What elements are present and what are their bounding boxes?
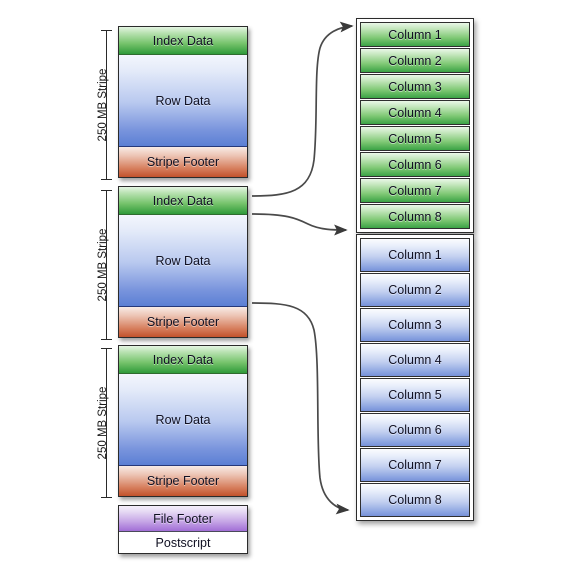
segment-label: Row Data [155,93,211,108]
column-label: Column 6 [388,157,442,172]
bracket-tick-bottom [101,339,112,340]
stripe-2-row-data[interactable]: Row Data [119,215,247,307]
arrow-row-data-to-data-columns [251,213,348,236]
segment-label: Index Data [152,33,214,48]
stripe-bracket-3: 250 MB Stripe [93,348,113,498]
column-label: Column 6 [388,423,442,437]
stripe-2-index-data[interactable]: Index Data [119,187,247,215]
column-label: Column 1 [388,27,442,42]
data-column-6[interactable]: Column 6 [360,413,470,447]
stripe-3[interactable]: Index Data Row Data Stripe Footer [118,345,248,497]
stripe-3-row-data[interactable]: Row Data [119,374,247,466]
column-label: Column 5 [388,388,442,402]
column-label: Column 8 [388,209,442,224]
arrow-stripe-footer-to-data-columns [251,302,350,515]
column-label: Column 7 [388,458,442,472]
connector-arrows [251,21,354,515]
arrow-index-data-to-index-columns [251,21,354,197]
column-label: Column 2 [388,53,442,68]
data-column-3[interactable]: Column 3 [360,308,470,342]
segment-label: Index Data [152,352,214,367]
index-column-6[interactable]: Column 6 [360,152,470,177]
stripe-3-stripe-footer[interactable]: Stripe Footer [119,466,247,496]
data-column-1[interactable]: Column 1 [360,238,470,272]
segment-label: Index Data [152,193,214,208]
index-column-5[interactable]: Column 5 [360,126,470,151]
stripe-2[interactable]: Index Data Row Data Stripe Footer [118,186,248,338]
stripe-1-index-data[interactable]: Index Data [119,27,247,55]
column-label: Column 3 [388,318,442,332]
column-label: Column 1 [388,248,442,262]
column-label: Column 5 [388,131,442,146]
column-label: Column 4 [388,353,442,367]
stripe-1[interactable]: Index Data Row Data Stripe Footer [118,26,248,178]
orc-file-structure-diagram: 250 MB Stripe 250 MB Stripe 250 MB Strip… [0,0,580,567]
column-label: Column 8 [388,493,442,507]
segment-label: Stripe Footer [146,155,220,169]
file-tail[interactable]: File Footer Postscript [118,505,248,554]
stripe-1-row-data[interactable]: Row Data [119,55,247,147]
column-label: Column 7 [388,183,442,198]
data-column-8[interactable]: Column 8 [360,483,470,517]
segment-label: Postscript [155,535,211,550]
segment-label: Stripe Footer [146,315,220,329]
index-column-7[interactable]: Column 7 [360,178,470,203]
index-column-3[interactable]: Column 3 [360,74,470,99]
stripe-bracket-1: 250 MB Stripe [93,30,113,180]
bracket-label: 250 MB Stripe [97,386,109,460]
index-column-2[interactable]: Column 2 [360,48,470,73]
segment-label: Stripe Footer [146,474,220,488]
index-column-1[interactable]: Column 1 [360,22,470,47]
postscript[interactable]: Postscript [119,532,247,553]
column-label: Column 4 [388,105,442,120]
stripe-2-stripe-footer[interactable]: Stripe Footer [119,307,247,337]
data-column-5[interactable]: Column 5 [360,378,470,412]
stripe-1-stripe-footer[interactable]: Stripe Footer [119,147,247,177]
segment-label: File Footer [153,511,213,526]
data-column-7[interactable]: Column 7 [360,448,470,482]
stripe-3-index-data[interactable]: Index Data [119,346,247,374]
bracket-tick-bottom [101,179,112,180]
bracket-tick-bottom [101,497,112,498]
data-column-2[interactable]: Column 2 [360,273,470,307]
data-columns-block[interactable]: Column 1 Column 2 Column 3 Column 4 Colu… [356,234,474,521]
bracket-label: 250 MB Stripe [97,228,109,302]
segment-label: Row Data [155,412,211,427]
data-column-4[interactable]: Column 4 [360,343,470,377]
column-label: Column 3 [388,79,442,94]
column-label: Column 2 [388,283,442,297]
segment-label: Row Data [155,253,211,268]
file-footer[interactable]: File Footer [119,506,247,532]
index-column-4[interactable]: Column 4 [360,100,470,125]
index-column-8[interactable]: Column 8 [360,204,470,229]
stripe-bracket-2: 250 MB Stripe [93,190,113,340]
bracket-label: 250 MB Stripe [97,68,109,142]
index-columns-block[interactable]: Column 1 Column 2 Column 3 Column 4 Colu… [356,18,474,233]
